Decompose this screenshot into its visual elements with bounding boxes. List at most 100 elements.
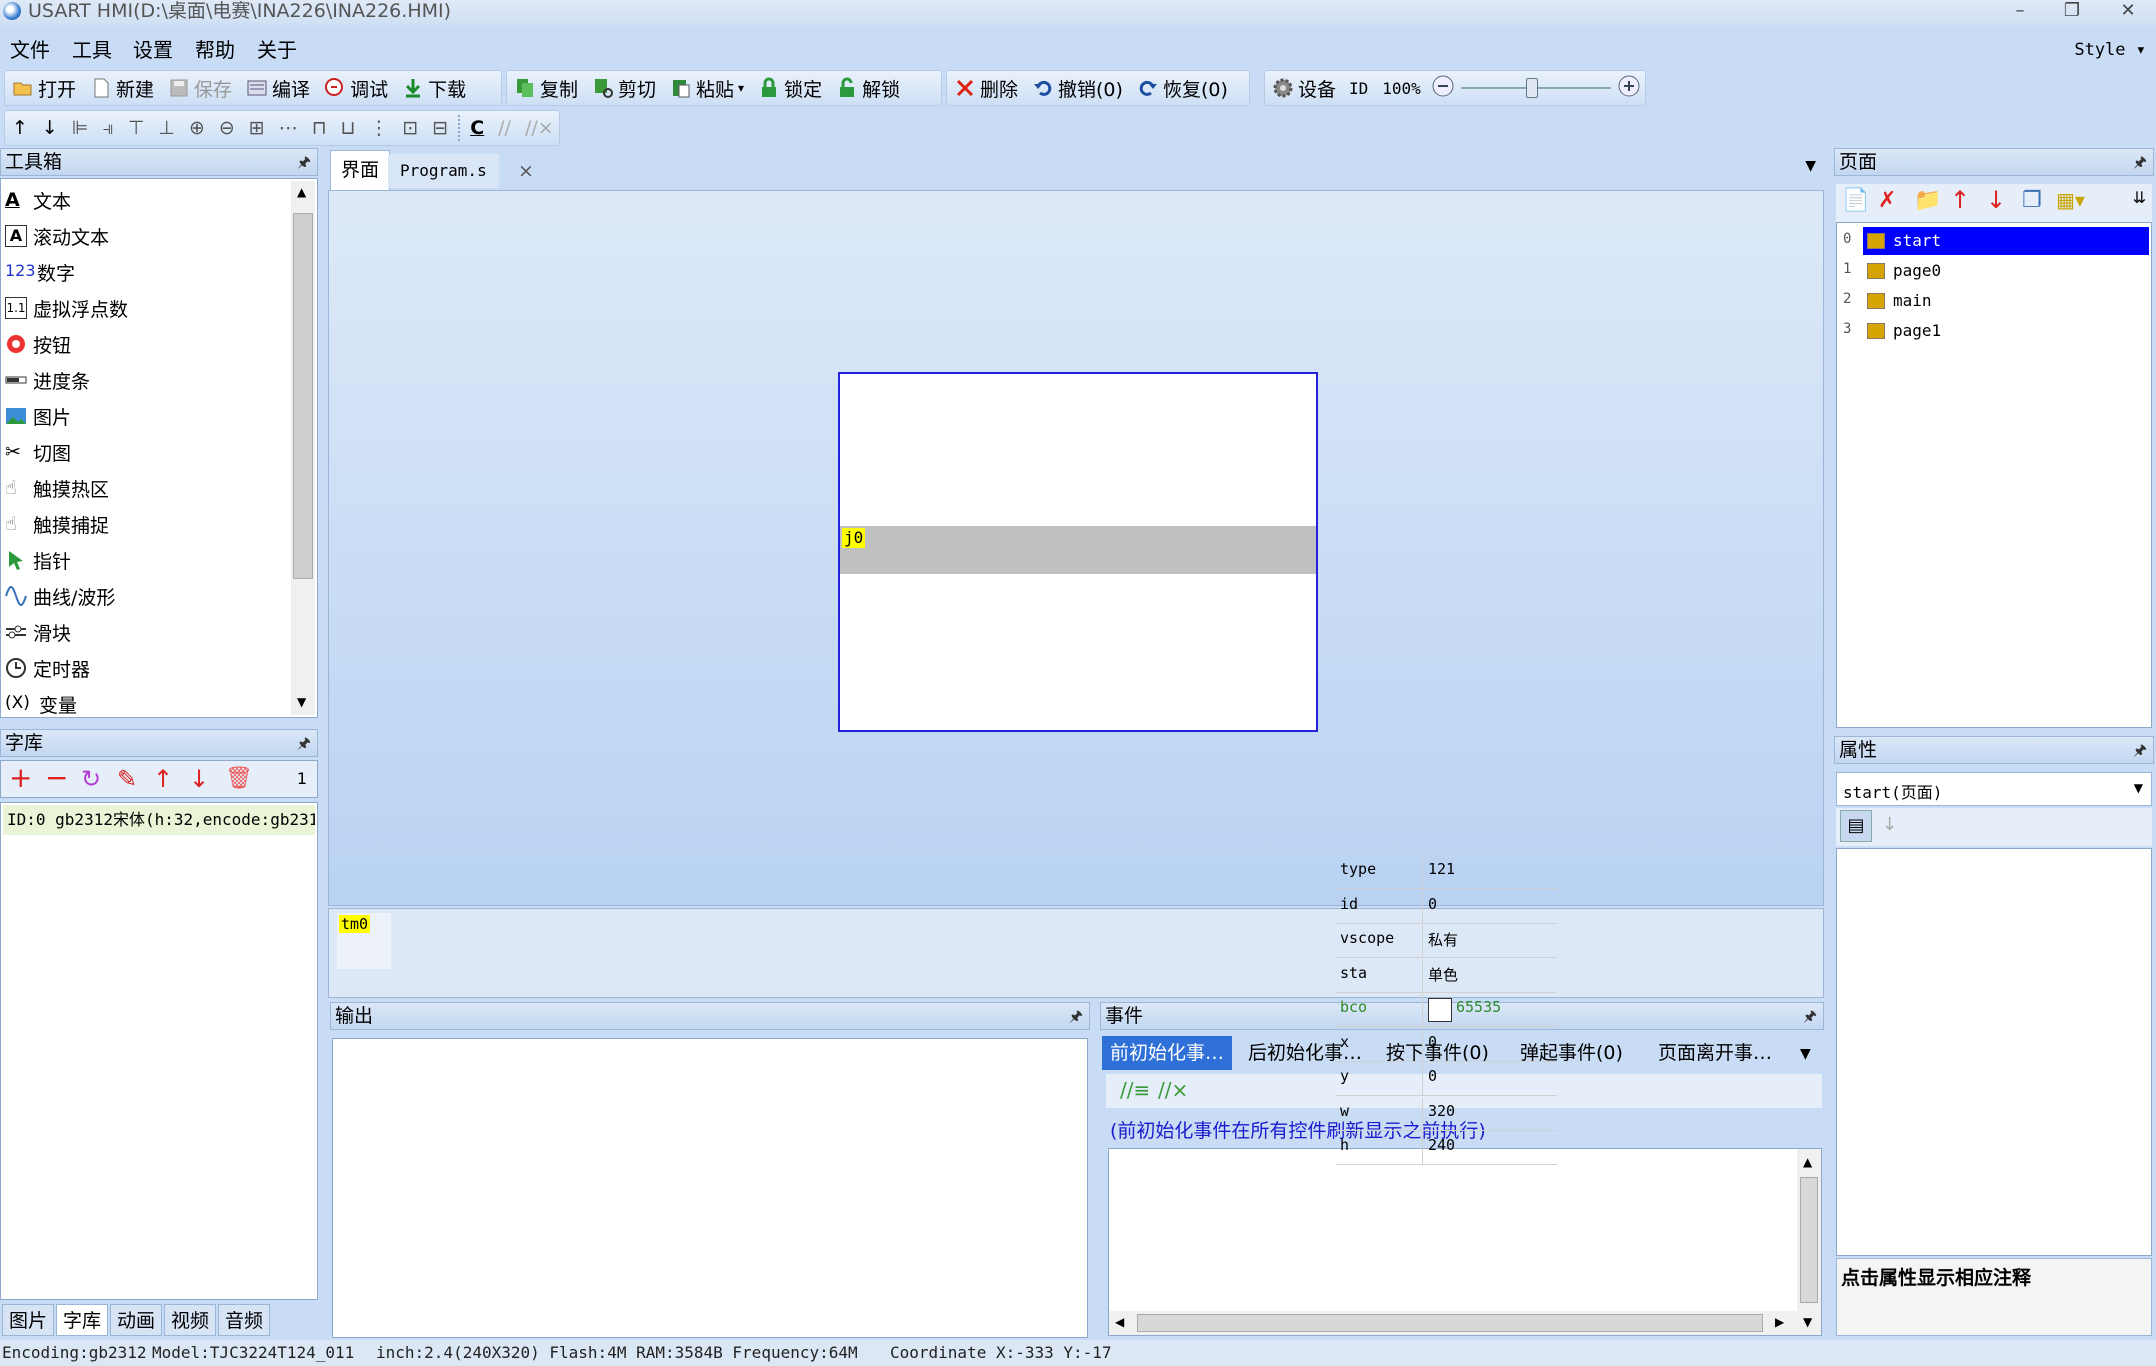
- progress-bar-j0[interactable]: j0: [840, 526, 1316, 574]
- tab-fonts[interactable]: 字库: [56, 1304, 109, 1336]
- redo-button[interactable]: 恢复(0): [1130, 72, 1235, 104]
- add-page-icon[interactable]: 📄: [1842, 188, 1869, 213]
- id-toggle[interactable]: ID: [1349, 79, 1368, 98]
- prop-value[interactable]: 240: [1428, 1136, 1455, 1154]
- menu-file[interactable]: 文件: [10, 34, 50, 66]
- scroll-down-icon[interactable]: ▼: [297, 695, 306, 709]
- undo-button[interactable]: 撤销(0): [1025, 72, 1130, 104]
- pin-icon[interactable]: 🖈: [1069, 1003, 1083, 1029]
- prop-value[interactable]: 0: [1428, 895, 1437, 913]
- copy-page-icon[interactable]: ❐: [2022, 188, 2042, 213]
- prop-row-sta[interactable]: sta 单色: [1336, 959, 1557, 993]
- page-move-up-icon[interactable]: ↑: [1950, 186, 1970, 214]
- spacing-icon[interactable]: ⊟: [425, 112, 455, 144]
- prop-value[interactable]: 0: [1428, 1033, 1437, 1051]
- timer-tm0[interactable]: tm0: [337, 913, 391, 969]
- tool-float[interactable]: 1.1 虚拟浮点数: [5, 295, 128, 321]
- edit-font-icon[interactable]: ✎: [117, 761, 137, 797]
- compile-button[interactable]: 编译: [239, 72, 317, 104]
- tool-button[interactable]: 按钮: [5, 331, 71, 357]
- delete-page-icon[interactable]: ✗: [1878, 188, 1896, 213]
- toolbox-scrollbar[interactable]: ▲ ▼: [291, 181, 315, 715]
- tab-pictures[interactable]: 图片: [2, 1304, 55, 1336]
- open-button[interactable]: 打开: [5, 72, 83, 104]
- pin-icon[interactable]: 🖈: [2133, 149, 2147, 175]
- output-panel[interactable]: [332, 1038, 1088, 1338]
- align-right-icon[interactable]: ⫣: [95, 112, 120, 144]
- tool-timer[interactable]: 定时器: [5, 655, 90, 681]
- sort-alpha-icon[interactable]: ↓: [1882, 814, 1897, 835]
- page-item-page0[interactable]: 1 page0: [1841, 257, 2149, 285]
- code-vertical-scrollbar[interactable]: ▲ ▼: [1797, 1149, 1821, 1335]
- page-item-page1[interactable]: 3 page1: [1841, 317, 2149, 345]
- tool-scroll-text[interactable]: A 滚动文本: [5, 223, 109, 249]
- tool-number[interactable]: 123 数字: [5, 259, 75, 285]
- prop-value[interactable]: 单色: [1428, 964, 1458, 985]
- prop-row-vscope[interactable]: vscope 私有: [1336, 925, 1557, 958]
- save-button[interactable]: 保存: [161, 72, 239, 104]
- same-size-icon[interactable]: ⊡: [395, 112, 425, 144]
- lock-button[interactable]: 锁定: [751, 72, 829, 104]
- event-tabs-dropdown-icon[interactable]: ▼: [1800, 1046, 1811, 1062]
- trash-icon[interactable]: 🗑: [225, 761, 253, 797]
- pin-icon[interactable]: 🖈: [297, 730, 311, 756]
- prop-row-bco[interactable]: bco 65535: [1336, 994, 1557, 1027]
- tab-design[interactable]: 界面: [330, 150, 391, 190]
- page-item-start[interactable]: 0 start: [1841, 227, 2149, 255]
- prop-value[interactable]: 65535: [1456, 998, 1501, 1016]
- pin-icon[interactable]: 🖈: [1803, 1003, 1817, 1029]
- center-horizontal-icon[interactable]: ⊕: [182, 112, 212, 144]
- distribute-horizontal-icon[interactable]: ⋯: [272, 112, 305, 144]
- prop-row-h[interactable]: h 240: [1336, 1132, 1557, 1165]
- align-top-icon[interactable]: ⊤: [121, 112, 152, 144]
- page-canvas[interactable]: j0: [838, 372, 1318, 732]
- import-page-icon[interactable]: 📁: [1914, 188, 1941, 213]
- device-button[interactable]: 设备: [1265, 72, 1343, 104]
- comment-icon[interactable]: //≡: [1120, 1078, 1150, 1102]
- delete-button[interactable]: 删除: [947, 72, 1025, 104]
- zoom-out-icon[interactable]: [1431, 74, 1455, 103]
- toolbox-scroll-thumb[interactable]: [293, 213, 313, 579]
- font-move-down-icon[interactable]: ↓: [189, 761, 209, 797]
- menu-help[interactable]: 帮助: [195, 34, 235, 66]
- tool-touch-area[interactable]: ☝ 触摸热区: [5, 475, 109, 501]
- tab-pre-init-event[interactable]: 前初始化事…: [1102, 1036, 1233, 1070]
- move-down-icon[interactable]: ↓: [35, 112, 65, 144]
- scroll-up-icon[interactable]: ▲: [297, 185, 306, 199]
- font-entry[interactable]: ID:0 gb2312宋体(h:32,encode:gb231: [3, 805, 315, 835]
- prop-row-w[interactable]: w 320: [1336, 1097, 1557, 1131]
- scroll-up-icon[interactable]: ▲: [1803, 1155, 1812, 1169]
- prop-value[interactable]: 0: [1428, 1067, 1437, 1085]
- code-icon[interactable]: C: [463, 112, 491, 144]
- tab-page-exit-event[interactable]: 页面离开事…: [1650, 1036, 1780, 1070]
- grid-icon[interactable]: ⊞: [242, 112, 272, 144]
- code-horizontal-scrollbar[interactable]: ◀ ▶: [1109, 1311, 1797, 1335]
- add-font-icon[interactable]: +: [9, 761, 32, 795]
- tool-text[interactable]: A 文本: [5, 187, 71, 213]
- prop-row-type[interactable]: type 121: [1336, 856, 1557, 889]
- tab-videos[interactable]: 视频: [164, 1304, 217, 1336]
- menu-settings[interactable]: 设置: [133, 34, 173, 66]
- tool-waveform[interactable]: 曲线/波形: [5, 583, 115, 609]
- scroll-down-icon[interactable]: ▼: [1803, 1315, 1812, 1329]
- new-button[interactable]: 新建: [83, 72, 161, 104]
- code-scroll-thumb[interactable]: [1800, 1177, 1818, 1303]
- tab-program[interactable]: Program.s: [388, 154, 499, 188]
- style-dropdown[interactable]: Style ▾: [2074, 34, 2146, 66]
- download-button[interactable]: 下载: [395, 72, 473, 104]
- scroll-right-icon[interactable]: ▶: [1775, 1315, 1784, 1329]
- move-up-icon[interactable]: ↑: [5, 112, 35, 144]
- same-height-icon[interactable]: ⊔: [334, 112, 363, 144]
- menu-tools[interactable]: 工具: [72, 34, 112, 66]
- close-tab-icon[interactable]: ×: [518, 154, 534, 188]
- menu-about[interactable]: 关于: [257, 34, 297, 66]
- uncomment-icon[interactable]: //×: [518, 112, 561, 144]
- pages-overflow-icon[interactable]: ⇊: [2133, 188, 2146, 207]
- zoom-in-icon[interactable]: [1617, 74, 1641, 103]
- prop-row-x[interactable]: x0: [1336, 1028, 1557, 1062]
- comment-icon[interactable]: //: [491, 112, 518, 144]
- color-swatch[interactable]: [1428, 998, 1452, 1022]
- distribute-vertical-icon[interactable]: ⋮: [362, 112, 395, 144]
- paste-button[interactable]: 粘贴 ▾: [663, 72, 751, 104]
- tab-audio[interactable]: 音频: [218, 1304, 271, 1336]
